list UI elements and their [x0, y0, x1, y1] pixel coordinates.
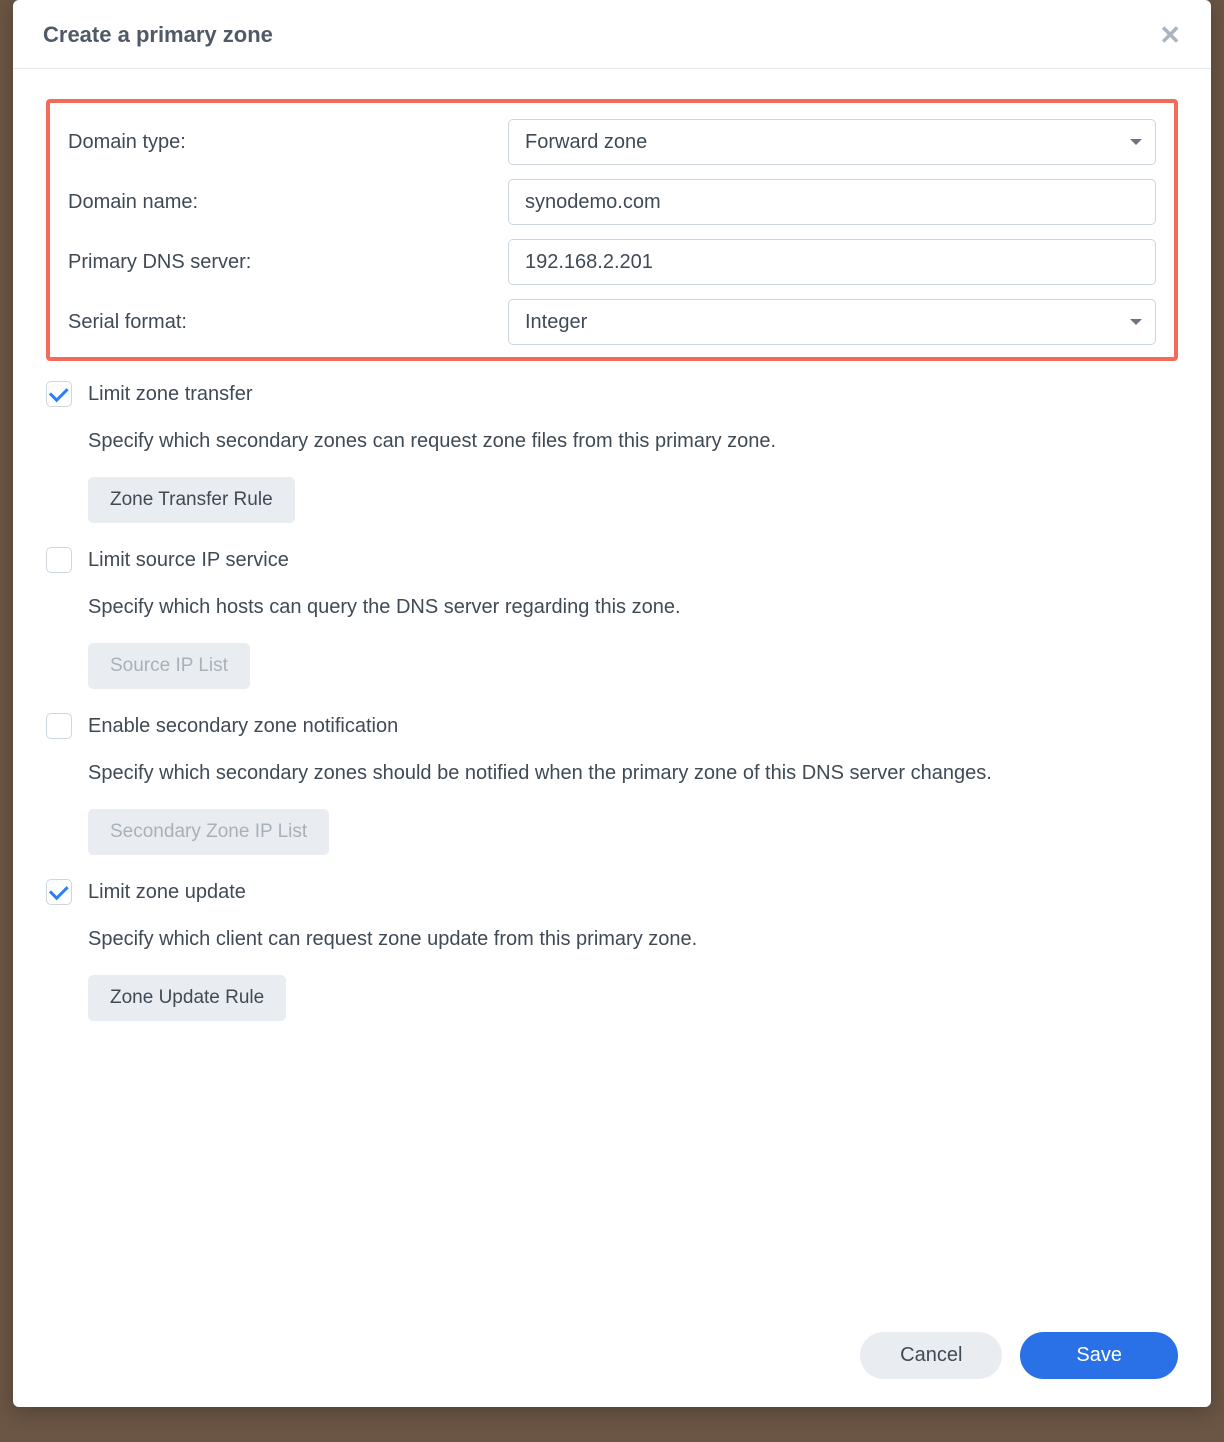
desc-limit-update: Specify which client can request zone up… [88, 923, 1178, 955]
label-limit-update: Limit zone update [88, 881, 246, 904]
row-domain-type: Domain type: Forward zone [68, 119, 1156, 165]
row-domain-name: Domain name: [68, 179, 1156, 225]
label-primary-dns: Primary DNS server: [68, 251, 508, 274]
checkbox-secondary-notification[interactable] [46, 713, 72, 739]
save-button[interactable]: Save [1020, 1332, 1178, 1379]
desc-secondary-notification: Specify which secondary zones should be … [88, 757, 1178, 789]
secondary-zone-ip-list-button: Secondary Zone IP List [88, 809, 329, 855]
checkbox-limit-update[interactable] [46, 879, 72, 905]
label-domain-name: Domain name: [68, 191, 508, 214]
select-serial-format-value: Integer [508, 299, 1156, 345]
row-primary-dns: Primary DNS server: [68, 239, 1156, 285]
select-serial-format[interactable]: Integer [508, 299, 1156, 345]
label-serial-format: Serial format: [68, 311, 508, 334]
section-limit-transfer: Limit zone transfer Specify which second… [46, 381, 1178, 523]
label-limit-transfer: Limit zone transfer [88, 383, 253, 406]
label-domain-type: Domain type: [68, 131, 508, 154]
desc-limit-transfer: Specify which secondary zones can reques… [88, 425, 1178, 457]
dialog-header: Create a primary zone ✕ [13, 0, 1211, 69]
section-limit-source-ip: Limit source IP service Specify which ho… [46, 547, 1178, 689]
section-secondary-notification: Enable secondary zone notification Speci… [46, 713, 1178, 855]
checkbox-limit-source-ip[interactable] [46, 547, 72, 573]
checkbox-limit-transfer[interactable] [46, 381, 72, 407]
select-domain-type-value: Forward zone [508, 119, 1156, 165]
zone-update-rule-button[interactable]: Zone Update Rule [88, 975, 286, 1021]
select-domain-type[interactable]: Forward zone [508, 119, 1156, 165]
input-domain-name[interactable] [508, 179, 1156, 225]
desc-limit-source-ip: Specify which hosts can query the DNS se… [88, 591, 1178, 623]
label-limit-source-ip: Limit source IP service [88, 549, 289, 572]
create-primary-zone-dialog: Create a primary zone ✕ Domain type: For… [13, 0, 1211, 1407]
row-serial-format: Serial format: Integer [68, 299, 1156, 345]
input-primary-dns[interactable] [508, 239, 1156, 285]
cancel-button[interactable]: Cancel [860, 1332, 1002, 1379]
section-limit-update: Limit zone update Specify which client c… [46, 879, 1178, 1021]
dialog-footer: Cancel Save [13, 1310, 1211, 1407]
close-icon[interactable]: ✕ [1159, 22, 1181, 48]
zone-transfer-rule-button[interactable]: Zone Transfer Rule [88, 477, 295, 523]
source-ip-list-button: Source IP List [88, 643, 250, 689]
label-secondary-notification: Enable secondary zone notification [88, 715, 398, 738]
dialog-title: Create a primary zone [43, 22, 273, 48]
highlighted-fields-box: Domain type: Forward zone Domain name: P… [46, 99, 1178, 361]
dialog-body: Domain type: Forward zone Domain name: P… [13, 69, 1211, 1310]
